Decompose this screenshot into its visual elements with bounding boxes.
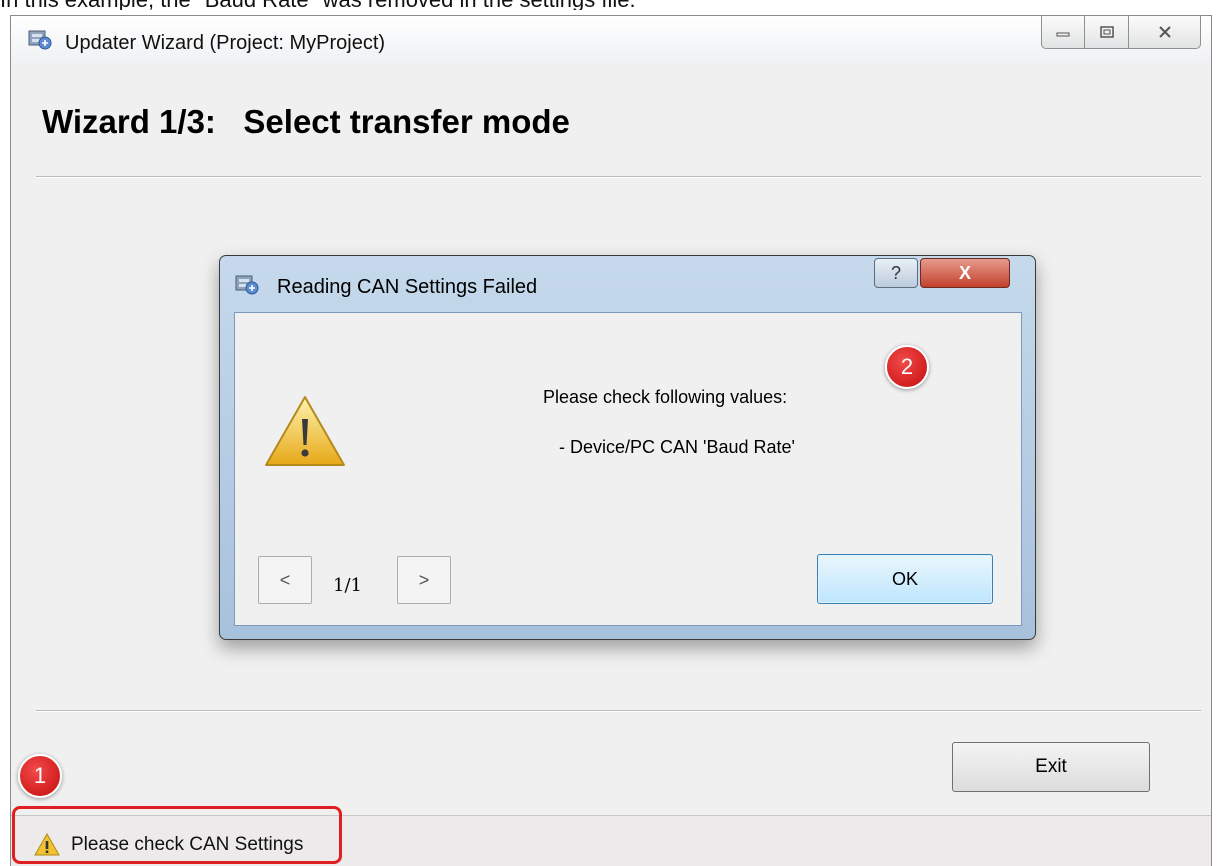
header-divider <box>36 176 1201 178</box>
maximize-button[interactable] <box>1085 16 1129 49</box>
warning-icon <box>265 396 345 466</box>
annotation-marker-1: 1 <box>18 754 62 798</box>
footer-divider <box>36 710 1201 712</box>
close-icon <box>1158 26 1171 38</box>
minimize-icon <box>1056 32 1070 37</box>
error-message-line-2: - Device/PC CAN 'Baud Rate' <box>559 437 795 457</box>
minimize-button[interactable] <box>1041 16 1085 49</box>
title-bar[interactable]: Updater Wizard (Project: MyProject) <box>11 16 1211 66</box>
page-caption-cutoff: In this example, the "Baud Rate" was rem… <box>0 0 1218 10</box>
app-icon <box>28 30 52 50</box>
error-message-line-1: Please check following values: <box>543 387 788 407</box>
window-title: Updater Wizard (Project: MyProject) <box>65 32 386 54</box>
dialog-title: Reading CAN Settings Failed <box>277 276 538 298</box>
exit-button[interactable]: Exit <box>952 742 1150 792</box>
previous-message-button[interactable]: < <box>258 556 312 604</box>
message-page-indicator: 1/1 <box>333 575 362 596</box>
wizard-step-heading: Wizard 1/3: Select transfer mode <box>42 103 570 140</box>
close-button[interactable] <box>1129 16 1201 49</box>
ok-button[interactable]: OK <box>817 554 993 604</box>
window-controls <box>1041 16 1201 50</box>
help-button[interactable]: ? <box>874 258 918 288</box>
dialog-app-icon <box>235 275 259 295</box>
annotation-marker-2: 2 <box>885 345 929 389</box>
dialog-close-button[interactable]: X <box>920 258 1010 288</box>
can-settings-error-dialog: Reading CAN Settings Failed ? X Please c… <box>219 255 1036 640</box>
status-highlight-box <box>12 806 342 864</box>
next-message-button[interactable]: > <box>397 556 451 604</box>
maximize-icon <box>1099 26 1114 38</box>
